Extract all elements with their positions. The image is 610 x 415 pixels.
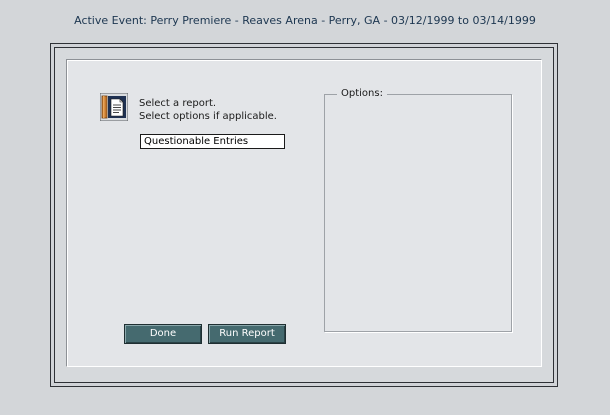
report-panel: Select a report. Select options if appli… <box>66 59 542 367</box>
report-instructions: Select a report. Select options if appli… <box>139 97 277 123</box>
instruction-select-report: Select a report. <box>139 98 217 109</box>
report-window-inner-frame: Select a report. Select options if appli… <box>54 47 554 383</box>
report-select[interactable]: Questionable Entries <box>140 134 285 149</box>
report-window-frame: Select a report. Select options if appli… <box>50 43 558 387</box>
active-event-header: Active Event: Perry Premiere - Reaves Ar… <box>74 14 536 27</box>
done-button[interactable]: Done <box>124 324 202 344</box>
options-group: Options: <box>324 88 512 332</box>
instruction-select-options: Select options if applicable. <box>139 111 277 122</box>
run-report-button[interactable]: Run Report <box>208 324 286 344</box>
report-document-icon <box>100 93 128 121</box>
options-label: Options: <box>337 88 387 99</box>
